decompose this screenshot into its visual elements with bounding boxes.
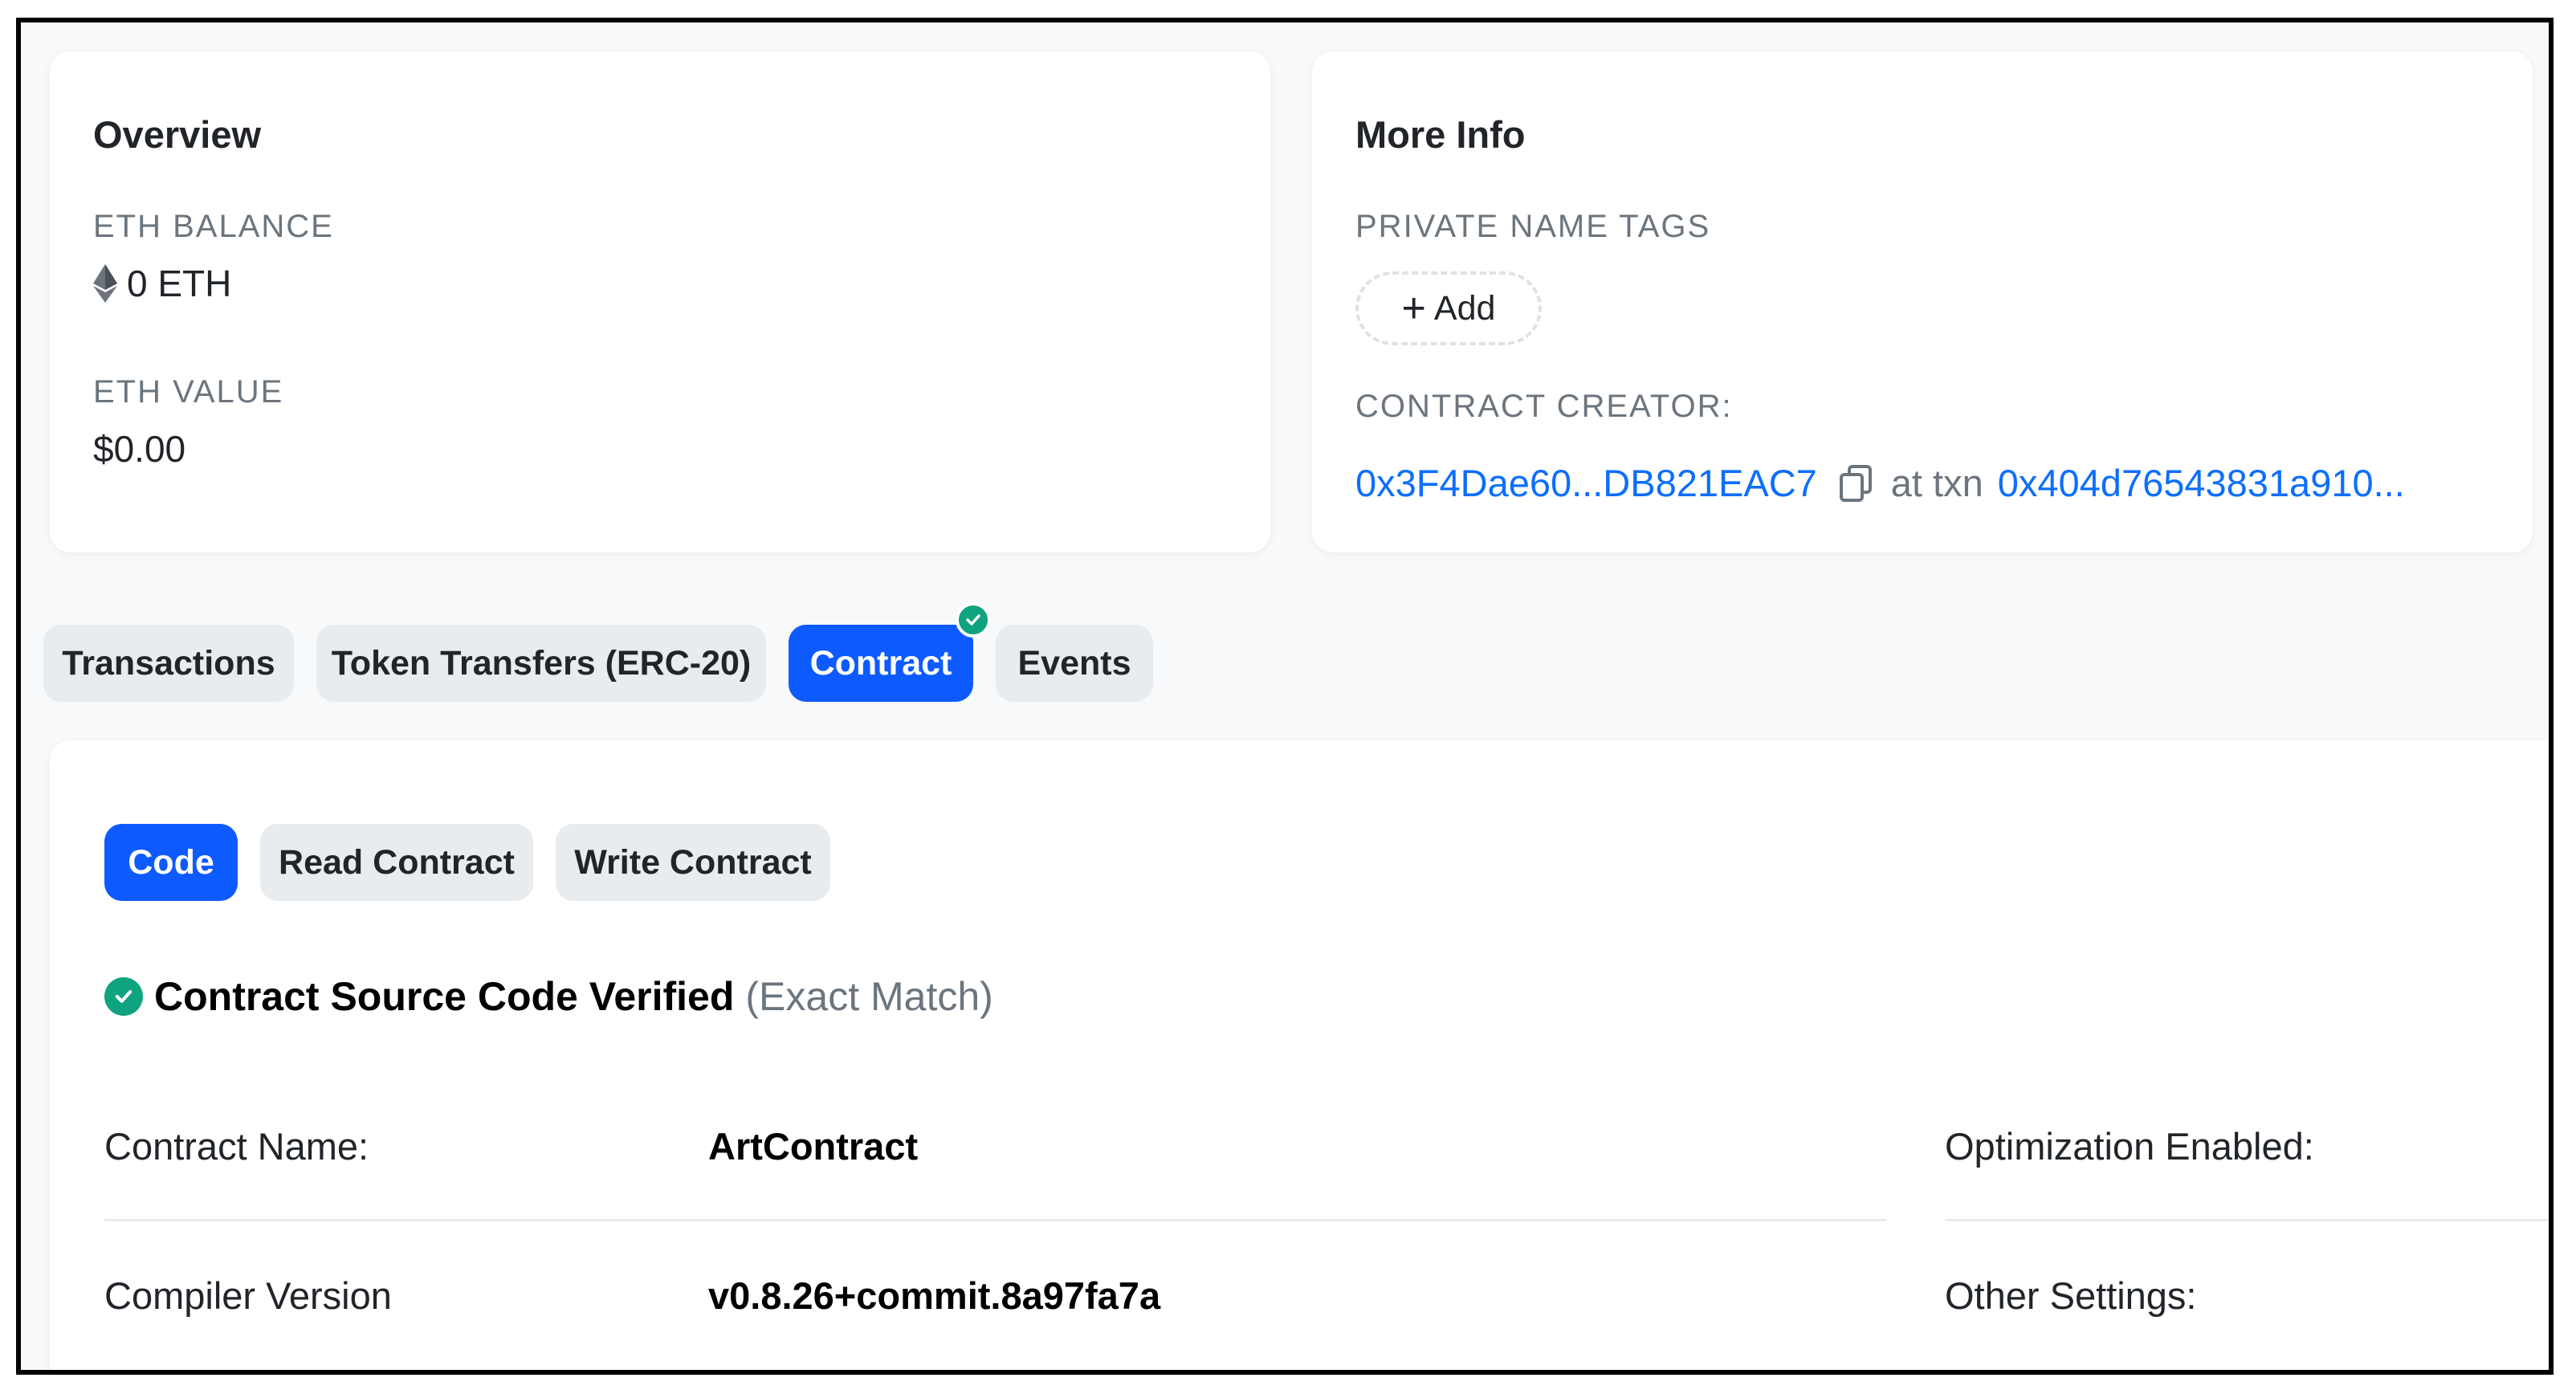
- eth-value-value: $0.00: [93, 428, 186, 470]
- more-info-title: More Info: [1355, 113, 1526, 156]
- verification-note: (Exact Match): [745, 974, 993, 1019]
- contract-panel: Code Read Contract Write Contract Contra…: [50, 740, 2549, 1370]
- eth-balance-value: 0 ETH: [127, 263, 232, 304]
- add-button-label: Add: [1433, 288, 1496, 328]
- add-name-tag-button[interactable]: + Add: [1355, 271, 1542, 345]
- verification-status: Contract Source Code Verified (Exact Mat…: [104, 973, 993, 1020]
- eth-balance-label: ETH BALANCE: [93, 209, 334, 244]
- ethereum-icon: [93, 264, 117, 303]
- optimization-enabled-label: Optimization Enabled:: [1945, 1125, 2314, 1168]
- compiler-version-value: v0.8.26+commit.8a97fa7a: [708, 1274, 1161, 1317]
- tab-events[interactable]: Events: [996, 625, 1153, 702]
- tab-token-transfers[interactable]: Token Transfers (ERC-20): [316, 625, 766, 702]
- tab-label: Events: [1017, 643, 1131, 683]
- contract-verified-check-icon: [956, 602, 991, 638]
- subtab-write-contract[interactable]: Write Contract: [556, 824, 830, 901]
- compiler-version-label: Compiler Version: [104, 1274, 392, 1317]
- overview-card: Overview ETH BALANCE 0 ETH ETH VALUE $0.…: [50, 51, 1270, 552]
- contract-creator-row: 0x3F4Dae60...DB821EAC7 at txn 0x404d7654…: [1355, 461, 2405, 505]
- row-divider: [104, 1219, 1887, 1221]
- other-settings-label: Other Settings:: [1945, 1274, 2197, 1317]
- page-frame: Overview ETH BALANCE 0 ETH ETH VALUE $0.…: [16, 18, 2554, 1375]
- subtab-label: Code: [128, 842, 214, 882]
- tab-transactions[interactable]: Transactions: [43, 625, 294, 702]
- tab-label: Contract: [809, 643, 952, 683]
- eth-balance-value-row: 0 ETH: [93, 262, 231, 305]
- row-divider: [1945, 1219, 2549, 1221]
- private-name-tags-label: PRIVATE NAME TAGS: [1355, 209, 1711, 244]
- copy-icon[interactable]: [1838, 463, 1873, 503]
- plus-icon: +: [1401, 285, 1426, 332]
- contract-creator-label: CONTRACT CREATOR:: [1355, 389, 1733, 424]
- subtab-code[interactable]: Code: [104, 824, 238, 901]
- overview-title: Overview: [93, 113, 262, 156]
- tab-contract[interactable]: Contract: [789, 625, 973, 702]
- tab-label: Transactions: [62, 643, 275, 683]
- creation-txn-link[interactable]: 0x404d76543831a910...: [1998, 461, 2405, 505]
- subtab-label: Write Contract: [574, 842, 812, 882]
- eth-value-label: ETH VALUE: [93, 374, 284, 410]
- subtab-label: Read Contract: [279, 842, 515, 882]
- at-txn-text: at txn: [1890, 462, 1983, 504]
- verification-title: Contract Source Code Verified: [154, 974, 735, 1019]
- check-icon: [104, 977, 143, 1016]
- contract-name-value: ArtContract: [708, 1125, 919, 1168]
- creator-address-link[interactable]: 0x3F4Dae60...DB821EAC7: [1355, 461, 1817, 505]
- tab-label: Token Transfers (ERC-20): [331, 643, 752, 683]
- subtab-read-contract[interactable]: Read Contract: [260, 824, 533, 901]
- contract-name-label: Contract Name:: [104, 1125, 369, 1168]
- more-info-card: More Info PRIVATE NAME TAGS + Add CONTRA…: [1312, 51, 2533, 552]
